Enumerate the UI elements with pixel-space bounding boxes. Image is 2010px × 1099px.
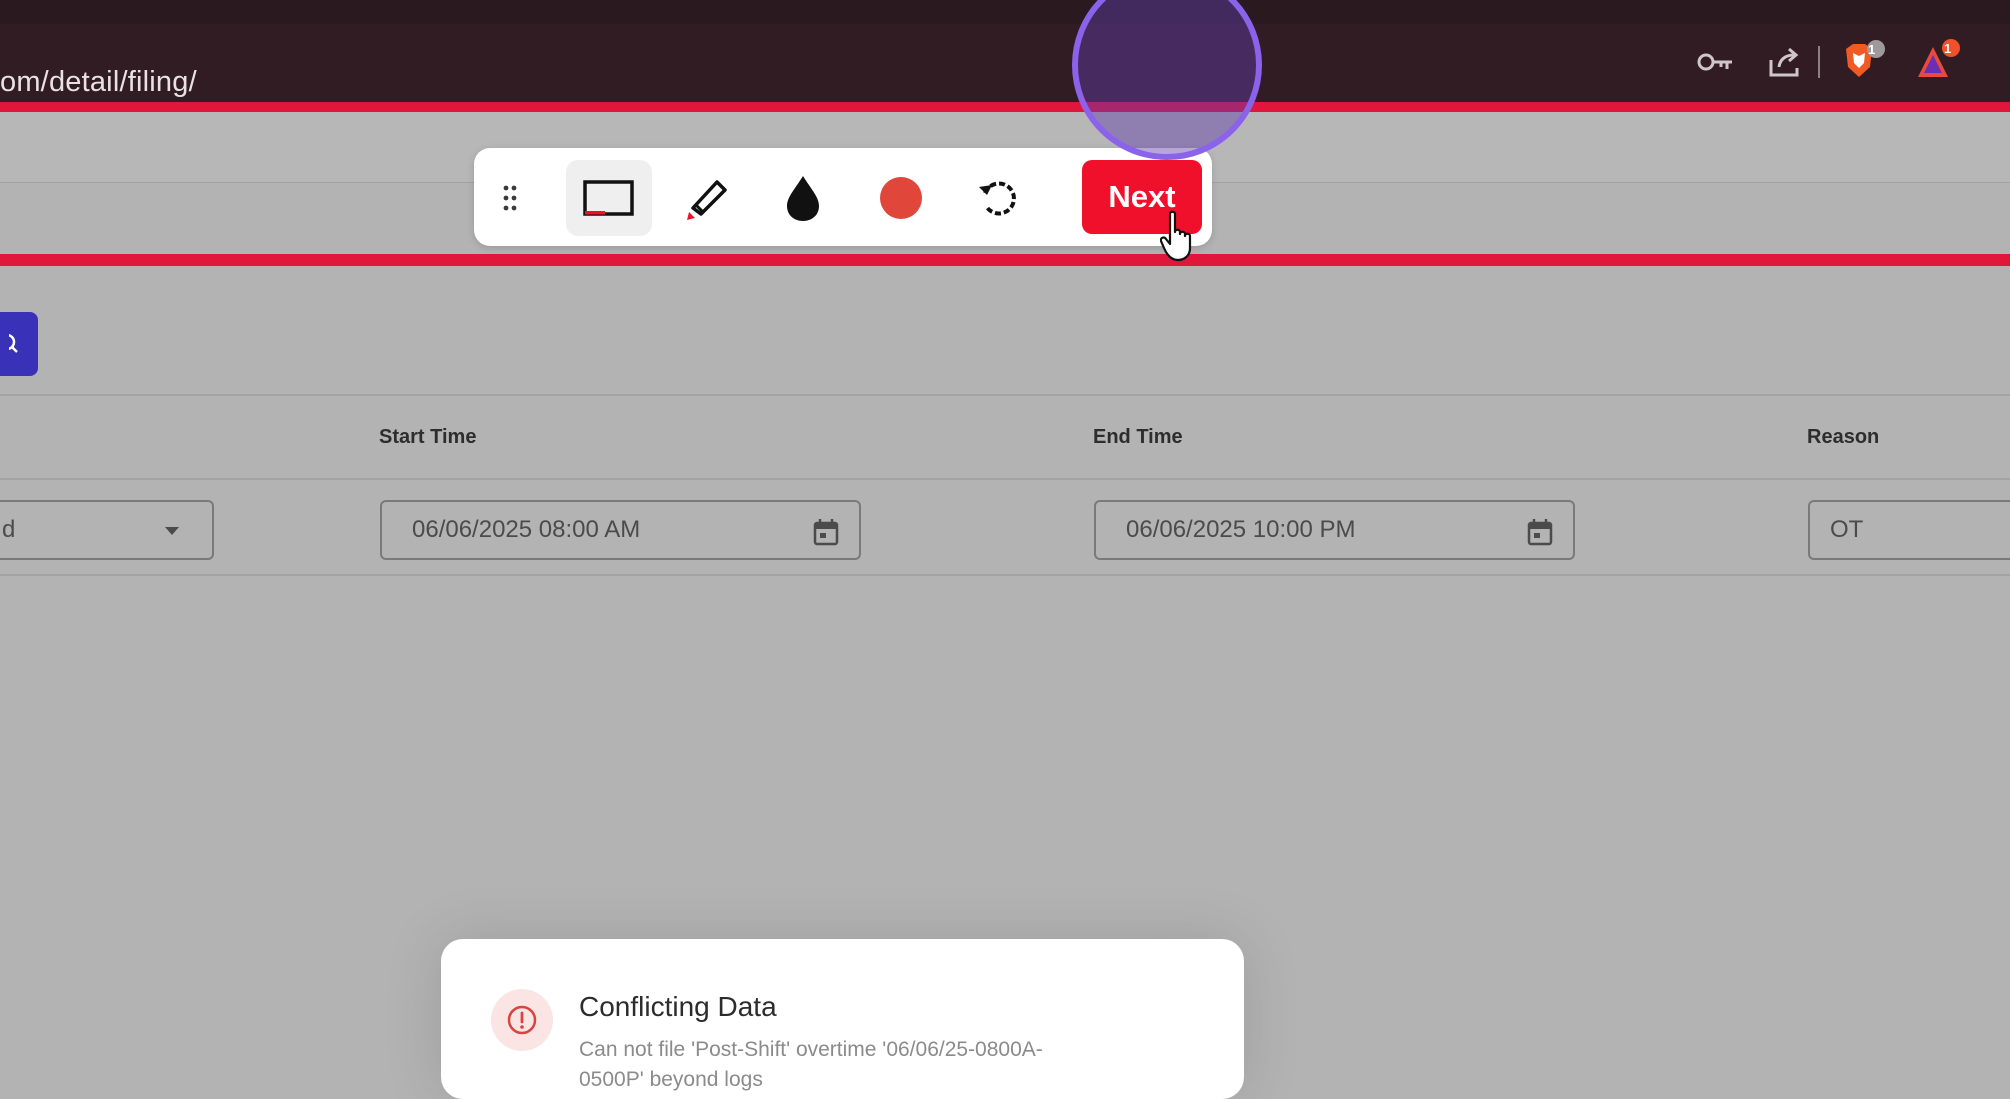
start-time-input[interactable]: 06/06/2025 08:00 AM: [380, 500, 861, 560]
shields-badge: 1: [1868, 42, 1876, 57]
alert-icon: [491, 989, 553, 1051]
type-select[interactable]: d: [0, 500, 214, 560]
drag-handle-icon[interactable]: [482, 160, 538, 236]
browser-tab-strip: [0, 0, 2010, 24]
url-text[interactable]: om/detail/filing/: [0, 66, 197, 99]
end-time-input[interactable]: 06/06/2025 10:00 PM: [1094, 500, 1575, 560]
table-header-divider: [0, 478, 2010, 480]
toast-title: Conflicting Data: [579, 991, 777, 1022]
undo-icon[interactable]: [956, 160, 1042, 236]
header-end-time: End Time: [1093, 426, 1183, 448]
hand-pointer-icon: [1159, 210, 1194, 267]
annotation-toolbar: Next: [474, 148, 1212, 246]
table-top-divider: [0, 394, 2010, 396]
toast-message: Can not file 'Post-Shift' overtime '06/0…: [579, 1038, 1043, 1091]
start-time-value: 06/06/2025 08:00 AM: [412, 516, 641, 543]
end-time-value: 06/06/2025 10:00 PM: [1126, 516, 1356, 543]
ink-drop-icon[interactable]: [760, 160, 846, 236]
header-start-time: Start Time: [379, 426, 477, 448]
brave-rewards-icon[interactable]: 1: [1912, 38, 1962, 86]
table-row-divider: [0, 574, 2010, 576]
search-icon: [9, 333, 18, 353]
rewards-badge: 1: [1944, 41, 1952, 56]
calendar-icon[interactable]: [1527, 518, 1553, 546]
header-reason: Reason: [1807, 426, 1880, 448]
key-icon[interactable]: [1692, 38, 1740, 86]
record-color-icon[interactable]: [858, 160, 944, 236]
rectangle-tool-icon[interactable]: [566, 160, 652, 236]
reason-value: OT: [1830, 516, 1864, 543]
toolbar-separator: [1818, 46, 1820, 78]
chevron-down-icon: [165, 527, 179, 535]
calendar-icon[interactable]: [813, 518, 839, 546]
share-icon[interactable]: [1762, 38, 1810, 86]
brave-shields-icon[interactable]: 1: [1838, 38, 1888, 86]
recording-border-line: [0, 254, 2010, 266]
search-button[interactable]: [0, 312, 38, 376]
highlighter-tool-icon[interactable]: [664, 160, 750, 236]
conflict-toast: Conflicting Data Can not file 'Post-Shif…: [441, 939, 1244, 1099]
reason-input[interactable]: OT: [1808, 500, 2010, 560]
recording-border-top: [0, 102, 2010, 112]
type-select-value: d: [2, 516, 16, 543]
